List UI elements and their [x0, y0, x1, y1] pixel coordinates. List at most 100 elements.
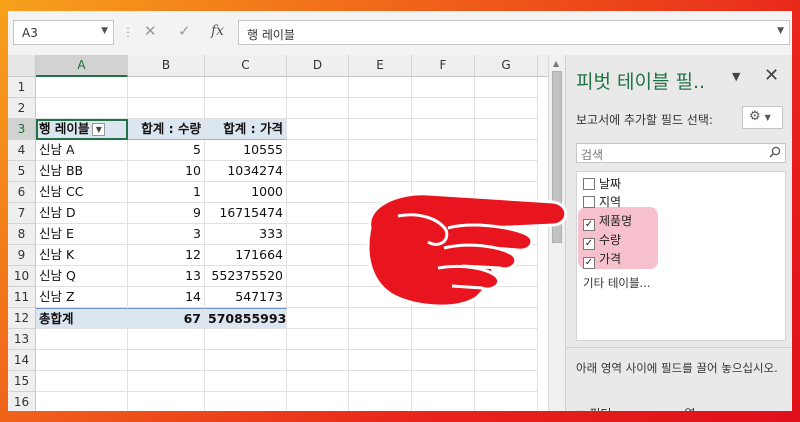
cell[interactable] — [349, 329, 412, 350]
formula-input[interactable]: 행 레이블 ▼ — [238, 20, 790, 45]
cell[interactable] — [412, 119, 475, 140]
row-header[interactable]: 4 — [8, 140, 36, 161]
cell[interactable] — [349, 77, 412, 98]
cell[interactable] — [128, 350, 205, 371]
checkbox-checked-icon[interactable]: ✓ — [583, 257, 595, 269]
pivot-qty-value[interactable]: 14 — [128, 287, 205, 308]
row-header[interactable]: 9 — [8, 245, 36, 266]
cell[interactable] — [349, 308, 412, 329]
enter-icon[interactable]: ✓ — [178, 22, 191, 40]
cell[interactable] — [128, 77, 205, 98]
cell[interactable] — [36, 329, 128, 350]
pivot-row-label[interactable]: 신남 D — [36, 203, 128, 224]
cell[interactable] — [36, 392, 128, 411]
cell[interactable] — [287, 392, 349, 411]
more-tables-link[interactable]: 기타 테이블... — [583, 275, 651, 291]
column-header-b[interactable]: B — [128, 55, 205, 77]
cell[interactable] — [412, 77, 475, 98]
pivot-row-label[interactable]: 신남 E — [36, 224, 128, 245]
close-icon[interactable]: ✕ — [764, 65, 779, 86]
row-header[interactable]: 14 — [8, 350, 36, 371]
search-icon[interactable] — [769, 146, 781, 158]
row-header[interactable]: 6 — [8, 182, 36, 203]
cell[interactable] — [287, 350, 349, 371]
cell[interactable] — [349, 371, 412, 392]
row-header[interactable]: 12 — [8, 308, 36, 329]
field-item-date[interactable]: 날짜 — [583, 175, 621, 191]
pivot-qty-value[interactable]: 1 — [128, 182, 205, 203]
cell[interactable] — [475, 350, 538, 371]
cell[interactable] — [205, 98, 287, 119]
cell[interactable] — [287, 308, 349, 329]
row-header[interactable]: 13 — [8, 329, 36, 350]
column-header-g[interactable]: G — [475, 55, 538, 77]
cell[interactable] — [36, 371, 128, 392]
column-header-e[interactable]: E — [349, 55, 412, 77]
cell[interactable] — [412, 371, 475, 392]
cell[interactable] — [475, 308, 538, 329]
pane-options-icon[interactable]: ▼ — [732, 70, 740, 83]
row-header[interactable]: 1 — [8, 77, 36, 98]
row-header[interactable]: 10 — [8, 266, 36, 287]
cell[interactable] — [287, 287, 349, 308]
checkbox-checked-icon[interactable]: ✓ — [583, 219, 595, 231]
pivot-row-label[interactable]: 신남 A — [36, 140, 128, 161]
cell[interactable] — [412, 392, 475, 411]
cell[interactable] — [205, 371, 287, 392]
field-item-qty[interactable]: ✓ 수량 — [583, 231, 621, 250]
pivot-qty-value[interactable]: 3 — [128, 224, 205, 245]
column-header-c[interactable]: C — [205, 55, 287, 77]
cell[interactable] — [36, 98, 128, 119]
row-header[interactable]: 5 — [8, 161, 36, 182]
pivot-total-label[interactable]: 총합계 — [36, 308, 128, 329]
field-item-product[interactable]: ✓ 제품명 — [583, 212, 632, 231]
row-header[interactable]: 7 — [8, 203, 36, 224]
pivot-price-value[interactable]: 16715474 — [205, 203, 287, 224]
cell[interactable] — [205, 329, 287, 350]
cell[interactable] — [128, 329, 205, 350]
cell[interactable] — [349, 98, 412, 119]
cell[interactable] — [412, 329, 475, 350]
checkbox-icon[interactable] — [583, 196, 595, 208]
field-item-price[interactable]: ✓ 가격 — [583, 250, 621, 269]
pivot-total-price[interactable]: 570855993 — [205, 308, 287, 329]
chevron-down-icon[interactable]: ▼ — [101, 26, 108, 36]
pivot-row-label-header[interactable]: 행 레이블 ▼ — [36, 119, 128, 140]
column-header-h-partial[interactable] — [538, 55, 548, 77]
cell[interactable] — [475, 371, 538, 392]
cell[interactable] — [349, 140, 412, 161]
cell[interactable] — [287, 77, 349, 98]
filter-dropdown-icon[interactable]: ▼ — [92, 123, 106, 136]
cell[interactable] — [412, 308, 475, 329]
cell[interactable] — [287, 98, 349, 119]
pivot-row-label[interactable]: 신남 Z — [36, 287, 128, 308]
cell[interactable] — [205, 77, 287, 98]
cell[interactable] — [287, 245, 349, 266]
pivot-row-label[interactable]: 신남 CC — [36, 182, 128, 203]
pivot-price-value[interactable]: 1000 — [205, 182, 287, 203]
row-header[interactable]: 3 — [8, 119, 36, 140]
cell[interactable] — [128, 371, 205, 392]
cell[interactable] — [349, 161, 412, 182]
cell[interactable] — [36, 350, 128, 371]
pivot-price-value[interactable]: 547173 — [205, 287, 287, 308]
cell[interactable] — [128, 98, 205, 119]
cell[interactable] — [475, 98, 538, 119]
cell[interactable] — [475, 77, 538, 98]
cell[interactable] — [36, 77, 128, 98]
field-settings-button[interactable]: ⚙ ▼ — [742, 106, 783, 129]
cell[interactable] — [287, 182, 349, 203]
cell[interactable] — [412, 350, 475, 371]
pivot-price-value[interactable]: 552375520 — [205, 266, 287, 287]
pivot-price-value[interactable]: 333 — [205, 224, 287, 245]
pivot-price-value[interactable]: 10555 — [205, 140, 287, 161]
cell[interactable] — [287, 203, 349, 224]
pivot-qty-value[interactable]: 12 — [128, 245, 205, 266]
field-search-input[interactable]: 검색 — [576, 143, 786, 163]
cell[interactable] — [128, 392, 205, 411]
pivot-qty-header[interactable]: 합계 : 수량 — [128, 119, 205, 140]
cell[interactable] — [205, 392, 287, 411]
cell[interactable] — [287, 161, 349, 182]
cell[interactable] — [475, 329, 538, 350]
scroll-up-icon[interactable]: ▲ — [553, 59, 559, 68]
